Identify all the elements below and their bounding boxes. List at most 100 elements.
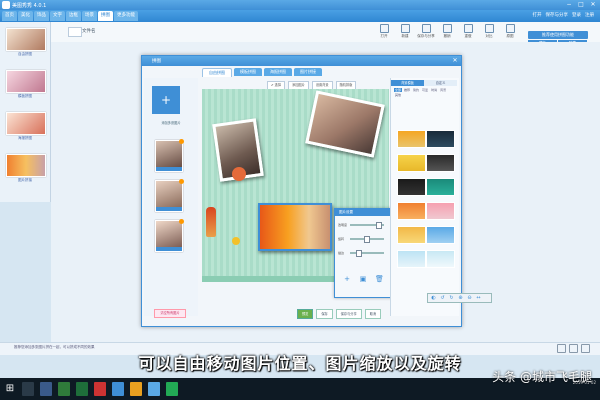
tab-text[interactable]: 文字 [50, 11, 65, 21]
title-bar [0, 0, 600, 10]
tab-image-join[interactable]: 图片拼接 [294, 68, 322, 76]
image-list-item[interactable] [155, 179, 184, 212]
slider-knob[interactable] [356, 250, 362, 258]
login-link[interactable]: 登录 [572, 12, 581, 20]
compare-icon [484, 24, 494, 33]
taskbar-search-icon[interactable] [22, 382, 34, 396]
add-icon[interactable]: + [343, 275, 351, 283]
sidebar-item-free-collage[interactable]: 自由拼图 [6, 28, 46, 57]
original-tool[interactable]: 原图 [501, 24, 519, 39]
template-tile[interactable] [397, 250, 426, 268]
delete-icon[interactable]: 🗑 [375, 275, 384, 283]
tab-more[interactable]: 更多功能 [114, 11, 138, 21]
layer-icon[interactable]: ▣ [359, 275, 367, 283]
tab-free-collage[interactable]: 自由拼图 [202, 68, 232, 77]
taskbar-app-icon[interactable] [58, 382, 70, 396]
clear-images-button[interactable]: 清空所有图片 [154, 309, 186, 318]
image-list-item[interactable] [155, 139, 184, 172]
tab-custom[interactable]: 自定义 [424, 80, 457, 86]
collage-photo[interactable] [305, 90, 385, 158]
cancel-button[interactable]: 取消 [364, 309, 382, 319]
template-tile[interactable] [397, 226, 426, 244]
contrast-icon[interactable]: ◐ [430, 295, 437, 302]
slider-knob[interactable] [364, 236, 370, 244]
start-button[interactable]: ⊞ [4, 382, 16, 396]
register-link[interactable]: 注册 [585, 12, 594, 20]
add-image-button[interactable]: + [152, 86, 180, 114]
taskbar-app-icon[interactable] [148, 382, 160, 396]
template-tile[interactable] [426, 178, 455, 196]
tab-home[interactable]: 首页 [2, 11, 17, 21]
slider-track [350, 250, 384, 258]
filter-fashion[interactable]: 时尚 [430, 88, 438, 92]
redo-tool[interactable]: 重做 [459, 24, 477, 39]
filter-recommend[interactable]: 推荐 [403, 88, 411, 92]
image-list-item[interactable] [155, 219, 184, 252]
rotate-right-icon[interactable]: ↻ [448, 295, 455, 302]
slider-knob[interactable] [376, 222, 382, 230]
compare-tool[interactable]: 对比 [480, 24, 498, 39]
template-tile[interactable] [397, 178, 426, 196]
zoom-out-icon[interactable]: ⊖ [466, 295, 473, 302]
tab-scene[interactable]: 场景 [82, 11, 97, 21]
taskbar-app-icon[interactable] [76, 382, 88, 396]
zoom-in-icon[interactable]: ⊕ [457, 295, 464, 302]
save-button[interactable]: 保存 [316, 309, 333, 319]
minimize-button[interactable]: − [564, 1, 574, 9]
taskbar-app-icon[interactable] [166, 382, 178, 396]
dialog-close-icon[interactable]: ✕ [451, 57, 459, 65]
border-row[interactable]: 描边 [338, 250, 384, 258]
undo-tool[interactable]: 撤销 [438, 24, 456, 39]
image-join-thumbnail [6, 154, 46, 177]
tab-beautify[interactable]: 美化 [18, 11, 33, 21]
app-title: 美图秀秀 4.0.1 [12, 3, 47, 9]
dialog-title-bar [142, 56, 461, 66]
selected-collage-photo[interactable] [258, 203, 332, 251]
template-tile[interactable] [426, 130, 455, 148]
decoration-sticker [206, 207, 216, 237]
sidebar-item-poster-collage[interactable]: 海报拼图 [6, 112, 46, 141]
maximize-button[interactable]: □ [576, 1, 586, 9]
taskbar-app-icon[interactable] [40, 382, 52, 396]
sidebar-item-image-join[interactable]: 图片拼接 [6, 154, 46, 183]
new-tool[interactable]: 新建 [396, 24, 414, 39]
template-tile[interactable] [426, 250, 455, 268]
tab-frame[interactable]: 边框 [66, 11, 81, 21]
tab-background-template[interactable]: 背景模板 [391, 80, 424, 86]
filter-scenery[interactable]: 风景 [439, 88, 447, 92]
save-tool[interactable]: 保存与分享 [417, 24, 435, 39]
filter-other[interactable]: 其他 [394, 93, 402, 97]
sidebar-item-template-collage[interactable]: 模板拼图 [6, 70, 46, 99]
rotate-left-icon[interactable]: ↺ [439, 295, 446, 302]
tab-collage[interactable]: 拼图 [98, 11, 113, 21]
save-share-link[interactable]: 保存与分享 [546, 12, 569, 20]
open-icon [379, 24, 389, 33]
template-recommend-button[interactable]: 推荐使用拼图功能 [528, 31, 588, 39]
preview-button[interactable]: 预览 [297, 309, 314, 319]
slider-track [350, 222, 384, 230]
rotate-slider[interactable]: 旋转 [338, 236, 384, 244]
filter-simple[interactable]: 简约 [412, 88, 420, 92]
close-button[interactable]: ✕ [588, 1, 598, 9]
filter-all[interactable]: 全部 [394, 88, 403, 92]
template-tile[interactable] [397, 154, 426, 172]
template-tile[interactable] [426, 226, 455, 244]
file-icon[interactable] [68, 27, 82, 37]
taskbar-app-icon[interactable] [130, 382, 142, 396]
taskbar-app-icon[interactable] [94, 382, 106, 396]
opacity-slider[interactable]: 透明度 [338, 222, 384, 230]
filter-cute[interactable]: 可爱 [421, 88, 429, 92]
flip-icon[interactable]: ↔ [475, 295, 482, 302]
template-tile[interactable] [397, 130, 426, 148]
template-tile[interactable] [426, 154, 455, 172]
open-tool[interactable]: 打开 [375, 24, 393, 39]
open-link[interactable]: 打开 [533, 12, 542, 20]
template-tile[interactable] [397, 202, 426, 220]
collage-dialog: 拼图 ✕ 自由拼图 模板拼图 海报拼图 图片拼接 + 添加多张图片 清空所有图片… [141, 55, 462, 327]
save-share-button[interactable]: 保存与分享 [335, 309, 362, 319]
taskbar-app-icon[interactable] [112, 382, 124, 396]
tab-poster-collage[interactable]: 海报拼图 [264, 68, 292, 76]
template-tile[interactable] [426, 202, 455, 220]
tab-template-collage[interactable]: 模板拼图 [234, 68, 262, 76]
tab-accessories[interactable]: 饰品 [34, 11, 49, 21]
